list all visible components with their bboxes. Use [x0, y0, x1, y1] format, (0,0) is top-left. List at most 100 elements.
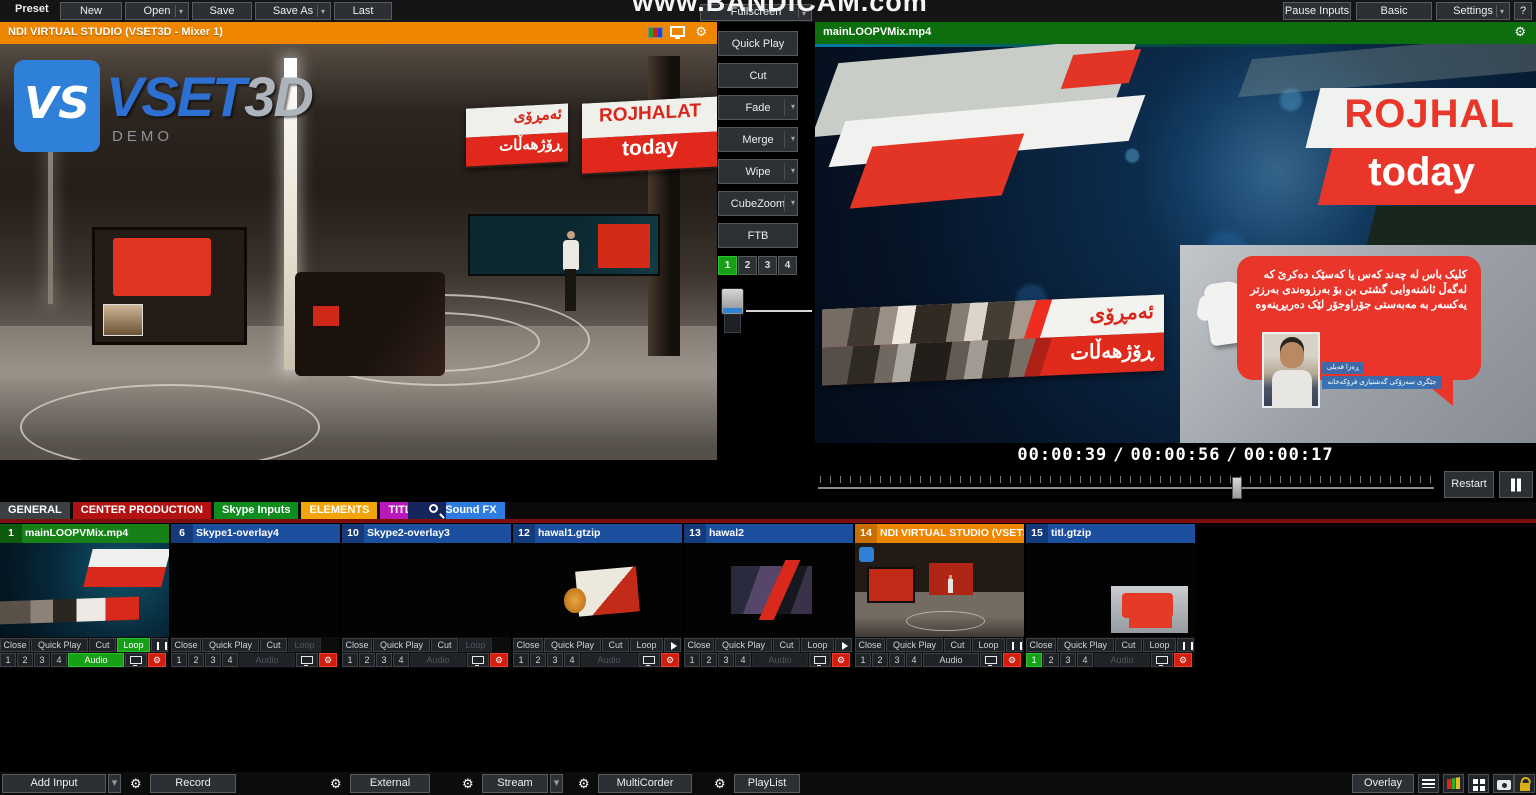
fullscreen-output-button[interactable]	[809, 653, 831, 667]
input-settings-button[interactable]: ⚙	[661, 653, 679, 667]
audio-button[interactable]: Audio	[1094, 653, 1150, 667]
transition-number-3[interactable]: 3	[758, 256, 777, 275]
input-header[interactable]: 14 NDI VIRTUAL STUDIO (VSET3D - M	[855, 524, 1024, 543]
input-settings-button[interactable]: ⚙	[1174, 653, 1192, 667]
input-settings-button[interactable]: ⚙	[319, 653, 337, 667]
bus-1-button[interactable]: 1	[513, 653, 529, 667]
quick-play-button[interactable]: Quick Play	[31, 638, 88, 652]
record-button[interactable]: Record	[150, 774, 236, 793]
input-settings-button[interactable]: ⚙	[832, 653, 850, 667]
bus-2-button[interactable]: 2	[359, 653, 375, 667]
bus-3-button[interactable]: 3	[376, 653, 392, 667]
close-button[interactable]: Close	[1026, 638, 1056, 652]
save-as-dropdown-icon[interactable]: ▾	[317, 5, 328, 17]
input-thumbnail[interactable]	[855, 543, 1024, 637]
loop-button[interactable]: Loop	[801, 638, 834, 652]
input-thumbnail[interactable]	[1026, 543, 1195, 637]
program-video[interactable]: ROJHAL today کلیک باس لە چەند کەس یا کەس…	[815, 44, 1536, 443]
open-button[interactable]: Open▾	[125, 2, 189, 20]
program-gear-icon[interactable]: ⚙	[1514, 25, 1526, 39]
loop-button[interactable]: Loop	[1143, 638, 1176, 652]
bus-4-button[interactable]: 4	[735, 653, 751, 667]
bus-1-button[interactable]: 1	[684, 653, 700, 667]
bus-4-button[interactable]: 4	[1077, 653, 1093, 667]
input-settings-button[interactable]: ⚙	[1003, 653, 1021, 667]
tbar-handle[interactable]	[721, 288, 744, 315]
audio-button[interactable]: Audio	[752, 653, 808, 667]
add-input-dropdown[interactable]: ▾	[108, 774, 121, 793]
category-tab[interactable]: CENTER PRODUCTION	[73, 502, 211, 519]
bus-4-button[interactable]: 4	[393, 653, 409, 667]
input-thumbnail[interactable]	[513, 543, 682, 637]
bus-4-button[interactable]: 4	[906, 653, 922, 667]
bus-1-button[interactable]: 1	[171, 653, 187, 667]
audio-button[interactable]: Audio	[581, 653, 637, 667]
lock-button[interactable]	[1514, 774, 1535, 793]
category-tab[interactable]: GENERAL	[0, 502, 70, 519]
bus-1-button[interactable]: 1	[1026, 653, 1042, 667]
external-button[interactable]: External	[350, 774, 430, 793]
monitor-icon[interactable]	[670, 26, 685, 37]
loop-button[interactable]: Loop	[117, 638, 150, 652]
fullscreen-output-button[interactable]	[296, 653, 318, 667]
bus-3-button[interactable]: 3	[547, 653, 563, 667]
quick-play-button[interactable]: Quick Play	[886, 638, 943, 652]
bus-4-button[interactable]: 4	[222, 653, 238, 667]
close-button[interactable]: Close	[855, 638, 885, 652]
quick-play-button[interactable]: Quick Play	[715, 638, 772, 652]
quick-play-button[interactable]: Quick Play	[544, 638, 601, 652]
transition-number-2[interactable]: 2	[738, 256, 757, 275]
bus-2-button[interactable]: 2	[872, 653, 888, 667]
restart-button[interactable]: Restart	[1444, 471, 1494, 498]
fullscreen-output-button[interactable]	[467, 653, 489, 667]
settings-dropdown-icon[interactable]: ▾	[1496, 5, 1507, 17]
overlay-button[interactable]: Overlay	[1352, 774, 1414, 793]
transport-button[interactable]	[835, 638, 852, 652]
input-tile[interactable]: 12 hawal1.gtzip Close Quick Play Cut Loo…	[513, 524, 682, 668]
stream-dropdown[interactable]: ▾	[550, 774, 563, 793]
input-header[interactable]: 15 titl.gtzip	[1026, 524, 1195, 543]
audio-button[interactable]: Audio	[410, 653, 466, 667]
basic-button[interactable]: Basic	[1356, 2, 1432, 20]
search-button[interactable]	[426, 502, 446, 519]
input-settings-button[interactable]: ⚙	[490, 653, 508, 667]
input-header[interactable]: 10 Skype2-overlay3	[342, 524, 511, 543]
bus-2-button[interactable]: 2	[530, 653, 546, 667]
transition-button[interactable]: Wipe	[718, 159, 798, 184]
transition-button[interactable]: Quick Play	[718, 31, 798, 56]
save-as-button[interactable]: Save As▾	[255, 2, 331, 20]
category-tab[interactable]: Sound FX	[437, 502, 504, 519]
input-settings-button[interactable]: ⚙	[148, 653, 166, 667]
transport-button[interactable]	[1177, 638, 1194, 652]
input-thumbnail[interactable]	[684, 543, 853, 637]
audio-button[interactable]: Audio	[239, 653, 295, 667]
input-header[interactable]: 6 Skype1-overlay4	[171, 524, 340, 543]
snapshot-button[interactable]	[1493, 774, 1514, 793]
preset-button[interactable]: Preset	[15, 3, 49, 15]
program-pause-button[interactable]	[1499, 471, 1533, 498]
category-tab[interactable]: ELEMENTS	[301, 502, 377, 519]
cut-button[interactable]: Cut	[1115, 638, 1142, 652]
external-settings-icon[interactable]: ⚙	[330, 776, 342, 792]
multiview-button[interactable]	[1468, 774, 1489, 793]
transition-button[interactable]: Merge	[718, 127, 798, 152]
bus-3-button[interactable]: 3	[34, 653, 50, 667]
input-tile[interactable]: 13 hawal2 Close Quick Play Cut Loop 1 2 …	[684, 524, 853, 668]
transport-button[interactable]	[1006, 638, 1023, 652]
preview-gear-icon[interactable]: ⚙	[695, 25, 707, 39]
help-button[interactable]: ?	[1514, 2, 1532, 20]
last-button[interactable]: Last	[334, 2, 392, 20]
new-button[interactable]: New	[60, 2, 122, 20]
close-button[interactable]: Close	[513, 638, 543, 652]
quick-play-button[interactable]: Quick Play	[1057, 638, 1114, 652]
preview-video[interactable]: ئەمڕۆی ڕۆژهەڵات ROJHALAT today VS VSET3D…	[0, 44, 717, 460]
list-view-button[interactable]	[1418, 774, 1439, 793]
save-button[interactable]: Save	[192, 2, 252, 20]
bus-3-button[interactable]: 3	[889, 653, 905, 667]
transition-number-4[interactable]: 4	[778, 256, 797, 275]
multicorder-button[interactable]: MultiCorder	[598, 774, 692, 793]
transition-number-1[interactable]: 1	[718, 256, 737, 275]
cut-button[interactable]: Cut	[773, 638, 800, 652]
audio-button[interactable]: Audio	[68, 653, 124, 667]
pause-inputs-button[interactable]: Pause Inputs	[1283, 2, 1351, 20]
